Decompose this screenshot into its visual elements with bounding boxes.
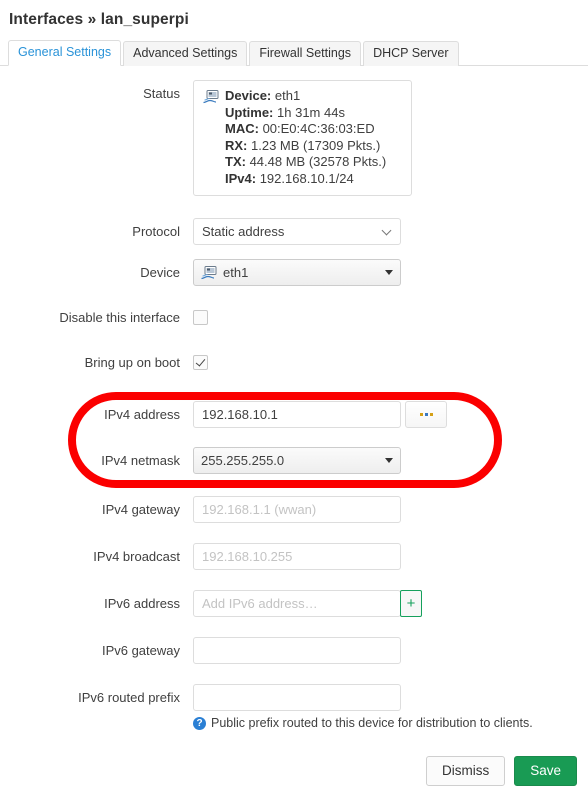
row-ipv4-address: IPv4 address [0,401,588,428]
ipv6-routed-prefix-help-text: Public prefix routed to this device for … [211,716,533,730]
tab-general-settings[interactable]: General Settings [8,40,122,66]
status-line-rx: RX: 1.23 MB (17309 Pkts.) [225,138,386,155]
status-key-device: Device: [225,88,272,103]
help-question-icon: ? [193,716,206,730]
ipv6-routed-prefix-help: ? Public prefix routed to this device fo… [193,716,588,730]
ipv6-address-label: IPv6 address [104,596,180,611]
status-value-rx: 1.23 MB (17309 Pkts.) [251,137,381,153]
device-label: Device [140,265,180,280]
status-key-uptime: Uptime: [225,104,274,120]
tab-bar: General Settings Advanced Settings Firew… [0,40,588,66]
protocol-select[interactable]: Static address [193,218,401,245]
status-line-uptime: Uptime: 1h 31m 44s [225,105,386,122]
dismiss-button[interactable]: Dismiss [425,756,506,786]
status-key-ipv4: IPv4: [225,170,257,186]
device-select-value: eth1 [223,265,249,280]
ipv4-gateway-input[interactable] [193,496,401,523]
ipv4-netmask-select[interactable]: 255.255.255.0 [193,447,401,474]
status-value-uptime: 1h 31m 44s [277,104,345,120]
row-protocol: Protocol Static address [0,218,588,245]
status-line-mac: MAC: 00:E0:4C:36:03:ED [225,121,386,138]
ipv4-address-input[interactable] [193,401,401,428]
ipv6-routed-prefix-input[interactable] [193,684,401,711]
status-panel: Device: eth1 Uptime: 1h 31m 44s MAC: 00:… [193,80,412,196]
row-ipv4-broadcast: IPv4 broadcast [0,543,588,570]
status-value-tx: 44.48 MB (32578 Pkts.) [249,154,387,169]
ipv4-address-label: IPv4 address [104,407,180,422]
bring-up-on-boot-label: Bring up on boot [84,355,180,370]
status-value-ipv4: 192.168.10.1/24 [259,170,354,186]
status-line-device: Device: eth1 [225,88,386,105]
ipv4-broadcast-label: IPv4 broadcast [93,549,180,564]
page-title: Interfaces » lan_superpi [9,11,189,28]
device-select[interactable]: eth1 [193,259,401,286]
form-actions: Dismiss Save [425,756,577,786]
tab-dhcp-server[interactable]: DHCP Server [363,41,459,66]
ipv4-netmask-label: IPv4 netmask [101,453,180,468]
add-ipv6-address-button[interactable]: + [400,590,422,617]
row-ipv4-gateway: IPv4 gateway [0,496,588,523]
ipv6-gateway-label: IPv6 gateway [101,643,180,658]
ipv4-gateway-label: IPv4 gateway [101,502,180,517]
ipv4-broadcast-input[interactable] [193,543,401,570]
row-ipv4-netmask: IPv4 netmask 255.255.255.0 [0,447,588,474]
ipv6-routed-prefix-label: IPv6 routed prefix [78,690,180,705]
ipv6-gateway-input[interactable] [193,637,401,664]
status-line-ipv4: IPv4: 192.168.10.1/24 [225,171,386,188]
status-line-tx: TX: 44.48 MB (32578 Pkts.) [225,154,386,171]
row-bring-up-on-boot: Bring up on boot [0,349,588,376]
status-value-mac: 00:E0:4C:36:03:ED [262,121,375,136]
row-ipv6-address: IPv6 address + [0,590,588,617]
bring-up-on-boot-checkbox[interactable] [193,355,208,370]
status-key-rx: RX: [225,137,248,153]
ethernet-device-icon [201,265,217,279]
ipv4-address-options-button[interactable] [405,401,447,428]
status-key-mac: MAC: [225,121,259,136]
dot-icon [419,413,423,416]
dot-icon [424,413,428,416]
interface-settings-form: Status Device: eth1 Uptime: 1h 31m 44s M… [0,66,588,730]
dot-icon [429,413,433,416]
row-disable-interface: Disable this interface [0,304,588,331]
ethernet-device-icon [203,90,219,104]
tab-advanced-settings[interactable]: Advanced Settings [123,41,248,66]
status-value-device: eth1 [274,88,301,103]
protocol-label: Protocol [132,224,180,239]
row-ipv6-gateway: IPv6 gateway [0,637,588,664]
save-button[interactable]: Save [514,756,577,786]
status-label: Status [143,86,180,101]
row-device: Device eth1 [0,259,588,286]
tab-firewall-settings[interactable]: Firewall Settings [249,41,362,66]
ipv6-address-input[interactable] [193,590,401,617]
status-key-tx: TX: [225,154,246,169]
disable-interface-checkbox[interactable] [193,310,208,325]
disable-interface-label: Disable this interface [59,310,180,325]
row-status: Status Device: eth1 Uptime: 1h 31m 44s M… [0,80,588,196]
row-ipv6-routed-prefix: IPv6 routed prefix ? Public prefix route… [0,684,588,730]
